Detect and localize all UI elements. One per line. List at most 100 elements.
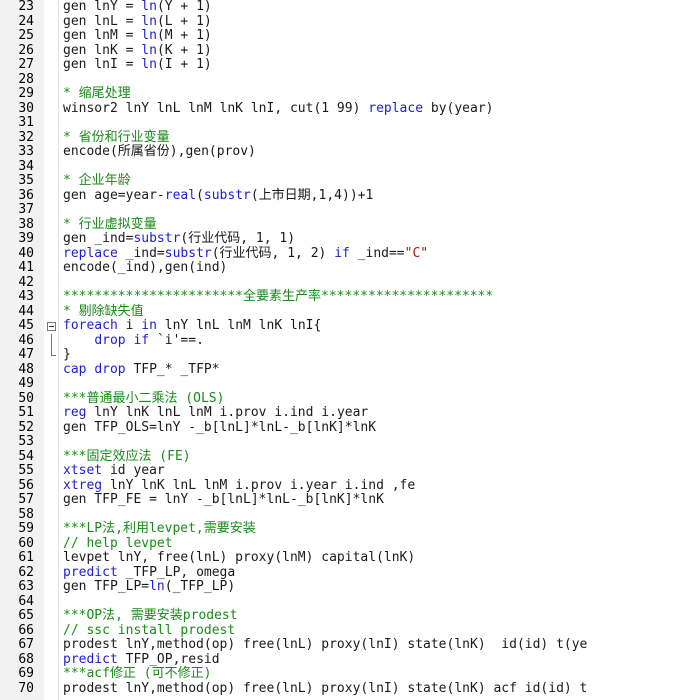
code-text: prodest lnY,method(op) free(lnL) proxy(l…	[63, 681, 587, 697]
code-line[interactable]: 54 ***固定效应法 (FE)	[0, 448, 700, 465]
do-file-editor[interactable]: 23 gen lnY = ln(Y + 1) 24 gen lnL = ln(L + …	[0, 0, 700, 700]
code-token-plain: encode(_ind),gen(ind)	[63, 260, 228, 275]
code-token-plain: lnY lnL lnM lnK lnI{	[156, 318, 322, 333]
code-line[interactable]: 60 // help levpet	[0, 536, 700, 552]
code-token-plain: _ind=	[117, 245, 165, 261]
code-line[interactable]: 68 predict TFP_OP,resid	[0, 651, 700, 668]
code-line[interactable]: 62 predict _TFP_LP, omega	[0, 564, 700, 581]
code-line[interactable]: 35 * 企业年龄	[0, 173, 700, 189]
code-token-function: ln	[141, 0, 157, 14]
code-line[interactable]: 59 ***LP法,利用levpet,需要安装	[0, 521, 700, 537]
code-line[interactable]: 49	[0, 376, 700, 392]
code-token-comment: * 剔除缺失值	[63, 303, 144, 319]
code-line[interactable]: 70 prodest lnY,method(op) free(lnL) proxy…	[0, 681, 700, 697]
code-line[interactable]: 40 replace _ind=substr(行业代码, 1, 2) if _in…	[0, 245, 700, 262]
line-number: 27	[18, 57, 34, 72]
code-token-plain: prodest lnY,method(op) free(lnL) proxy(l…	[63, 637, 588, 652]
line-number: 54	[18, 448, 34, 464]
line-number: 40	[18, 245, 34, 261]
code-line[interactable]: 48 cap drop TFP_* _TFP*	[0, 361, 700, 378]
code-text: gen TFP_OLS=lnY -_b[lnL]*lnL-_b[lnK]*lnK	[63, 420, 376, 436]
line-number: 31	[18, 115, 34, 130]
code-line[interactable]: 25 gen lnM = ln(M + 1)	[0, 28, 700, 44]
code-text: ***固定效应法 (FE)	[63, 449, 191, 465]
code-line[interactable]: 57 gen TFP_FE = lnY -_b[lnL]*lnL-_b[lnK]*…	[0, 492, 700, 508]
code-text: foreach i in lnY lnL lnM lnK lnI{	[63, 318, 322, 334]
code-line[interactable]: 44 * 剔除缺失值	[0, 303, 700, 320]
code-line[interactable]: 58	[0, 507, 700, 523]
fold-toggle-icon[interactable]	[45, 319, 57, 334]
code-line[interactable]: 61 levpet lnY, free(lnL) proxy(lnM) capit…	[0, 550, 700, 566]
code-line[interactable]: 26 gen lnK = ln(K + 1)	[0, 42, 700, 59]
code-line[interactable]: 47}	[0, 347, 700, 363]
code-token-plain: _TFP_LP, omega	[117, 564, 236, 580]
code-token-plain: winsor2 lnY lnL lnM lnK lnI, cut(1 99)	[63, 100, 369, 116]
code-token-plain: (行业代码, 1, 1)	[180, 231, 296, 246]
code-token-plain: (I + 1)	[156, 57, 212, 72]
code-line[interactable]: 32 * 省份和行业变量	[0, 130, 700, 146]
code-token-plain: TFP_OP,resid	[117, 651, 220, 667]
line-number: 42	[18, 274, 34, 290]
code-line[interactable]: 28	[0, 72, 700, 88]
line-number: 41	[18, 260, 34, 275]
code-line[interactable]: 67 prodest lnY,method(op) free(lnL) proxy…	[0, 637, 700, 653]
code-line[interactable]: 66 // ssc install prodest	[0, 622, 700, 639]
code-line[interactable]: 34	[0, 159, 700, 175]
code-text: }	[63, 347, 71, 363]
code-line[interactable]: 31	[0, 115, 700, 131]
code-line[interactable]: 33 encode(所属省份),gen(prov)	[0, 144, 700, 160]
code-line[interactable]: 38 * 行业虚拟变量	[0, 216, 700, 233]
code-line[interactable]: 36 gen age=year-real(substr(上市日期,1,4))+1	[0, 187, 700, 204]
code-line[interactable]: 42	[0, 274, 700, 291]
code-text: * 省份和行业变量	[63, 130, 170, 146]
line-number: 23	[18, 0, 34, 14]
line-number: 39	[18, 231, 34, 246]
code-token-comment: * 行业虚拟变量	[63, 216, 157, 232]
line-number: 62	[18, 564, 34, 580]
code-line[interactable]: 41 encode(_ind),gen(ind)	[0, 260, 700, 276]
line-number: 55	[18, 463, 34, 478]
code-token-keyword: predict	[63, 651, 118, 667]
code-text: gen lnY = ln(Y + 1)	[63, 0, 212, 15]
code-line[interactable]: 64	[0, 594, 700, 610]
code-text: xtreg lnY lnK lnL lnM i.prov i.year i.in…	[63, 477, 416, 494]
code-line[interactable]: 63 gen TFP_LP=ln(_TFP_LP)	[0, 579, 700, 595]
code-line[interactable]: 46 drop if `i'==.	[0, 333, 700, 349]
line-number: 47	[18, 347, 34, 362]
line-number: 66	[18, 622, 34, 638]
code-token-comment: ***普通最小二乘法 (OLS)	[63, 390, 225, 406]
code-line[interactable]: 37	[0, 202, 700, 218]
code-line[interactable]: 55 xtset id year	[0, 463, 700, 479]
code-line[interactable]: 23 gen lnY = ln(Y + 1)	[0, 0, 700, 15]
code-token-plain: lnY lnK lnL lnM i.prov i.ind i.year	[86, 405, 369, 420]
code-token-plain: lnY lnK lnL lnM i.prov i.year i.ind ,fe	[102, 477, 416, 493]
code-line[interactable]: 45 foreach i in lnY lnL lnM lnK lnI{	[0, 318, 700, 334]
code-line[interactable]: 27 gen lnI = ln(I + 1)	[0, 57, 700, 73]
code-line[interactable]: 39 gen _ind=substr(行业代码, 1, 1)	[0, 231, 700, 247]
code-token-comment: ***********************全要素生产率***********…	[63, 289, 494, 304]
code-line[interactable]: 24 gen lnL = ln(L + 1)	[0, 14, 700, 30]
code-line[interactable]: 51 reg lnY lnK lnL lnM i.prov i.ind i.yea…	[0, 405, 700, 421]
line-number: 30	[18, 100, 34, 116]
code-line[interactable]: 69 ***acf修正 (可不修正)	[0, 666, 700, 682]
code-line[interactable]: 29 * 缩尾处理	[0, 86, 700, 102]
line-number: 48	[18, 361, 34, 377]
code-line[interactable]: 53	[0, 434, 700, 450]
code-line[interactable]: 65 ***OP法, 需要安装prodest	[0, 608, 700, 624]
code-token-function: real	[164, 187, 197, 203]
code-token-plain: gen lnK =	[63, 42, 142, 58]
code-token-plain: gen lnM =	[63, 28, 142, 43]
line-number: 50	[18, 390, 34, 406]
code-line[interactable]: 56 xtreg lnY lnK lnL lnM i.prov i.year i.…	[0, 477, 700, 494]
code-token-plain: gen age=year-	[63, 187, 165, 203]
code-token-function: ln	[141, 42, 157, 58]
code-token-comment: ***OP法, 需要安装prodest	[63, 608, 238, 623]
code-line[interactable]: 52 gen TFP_OLS=lnY -_b[lnL]*lnL-_b[lnK]*l…	[0, 420, 700, 436]
line-number: 67	[18, 637, 34, 652]
code-text: gen TFP_FE = lnY -_b[lnL]*lnL-_b[lnK]*ln…	[63, 492, 384, 508]
code-line[interactable]: 50 ***普通最小二乘法 (OLS)	[0, 390, 700, 407]
line-number: 56	[18, 477, 34, 493]
code-area[interactable]: 23 gen lnY = ln(Y + 1) 24 gen lnL = ln(L + …	[0, 0, 700, 696]
code-line[interactable]: 43 ***********************全要素生产率*********…	[0, 289, 700, 305]
code-line[interactable]: 30 winsor2 lnY lnL lnM lnK lnI, cut(1 99)…	[0, 100, 700, 117]
